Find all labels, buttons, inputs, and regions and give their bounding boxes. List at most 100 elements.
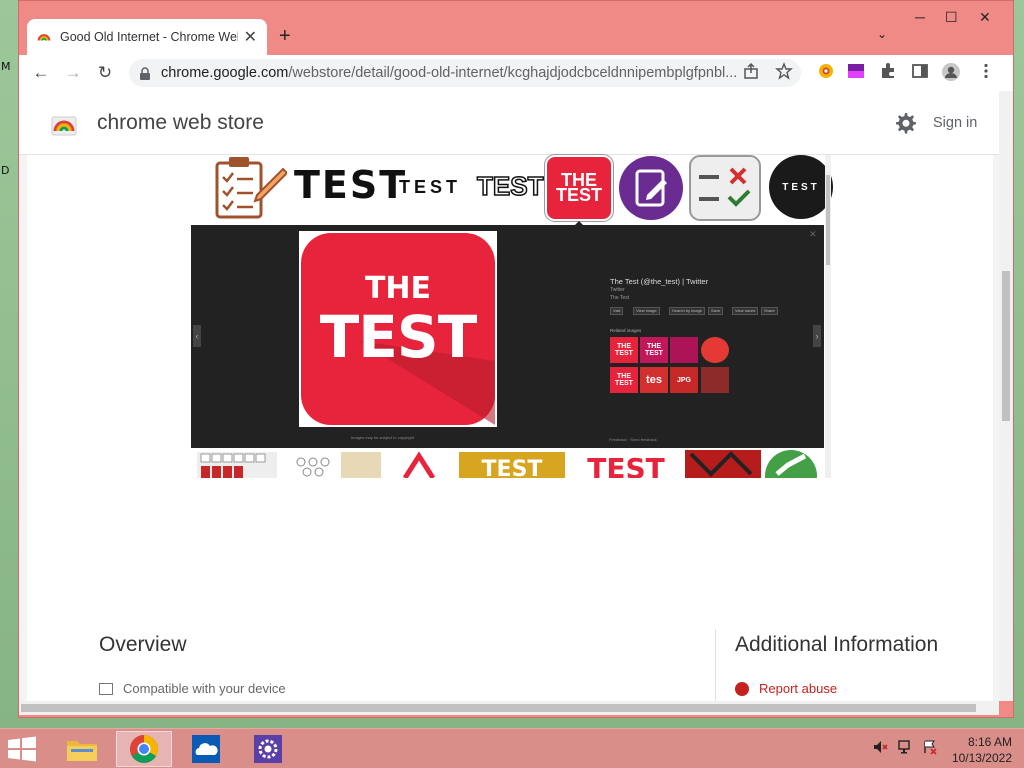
page-vertical-scrollbar[interactable] (999, 91, 1013, 701)
svg-text:TEST: TEST (587, 452, 665, 478)
reload-button[interactable]: ↻ (93, 61, 117, 85)
screenshot-gallery[interactable]: TEST TEST TEST THE TEST TEST ‹ › ✕ THE T… (191, 155, 841, 515)
listing-card: TEST TEST TEST THE TEST TEST ‹ › ✕ THE T… (27, 155, 993, 585)
gallery-bottom-strip: TEST TEST (191, 448, 831, 478)
visit-button[interactable]: Visit (610, 307, 624, 315)
taskbar-clock[interactable]: 8:16 AM 10/13/2022 (948, 734, 1012, 766)
new-tab-button[interactable]: + (279, 25, 291, 48)
the-test-thumb-label: THE TEST (555, 170, 602, 205)
maximize-button[interactable]: ☐ (945, 9, 958, 26)
additional-info-heading: Additional Information (735, 633, 939, 656)
test-thumb-1: TEST (294, 163, 408, 207)
related-image-7[interactable]: JPG (670, 367, 698, 393)
menu-icon[interactable] (977, 62, 995, 80)
folder-icon (67, 741, 97, 761)
result-title[interactable]: The Test (@the_test) | Twitter (610, 277, 708, 286)
page-vertical-scroll-thumb[interactable] (1002, 271, 1010, 421)
chrome-web-store-favicon (37, 34, 51, 41)
browser-window: Good Old Internet - Chrome Web Store ✕ +… (18, 0, 1014, 718)
gallery-scroll-thumb[interactable] (826, 175, 830, 265)
feedback-link[interactable]: Feedback · Send feedback (609, 437, 657, 442)
address-bar[interactable]: chrome.google.com /webstore/detail/good-… (129, 59, 801, 87)
alert-icon (735, 681, 749, 696)
url-host: chrome.google.com (161, 65, 289, 81)
compatible-checkbox-icon (99, 682, 113, 695)
page-horizontal-scrollbar[interactable] (19, 701, 999, 715)
test-thumb-3: TEST (476, 170, 544, 202)
search-by-image-button[interactable]: Search by image (669, 307, 706, 315)
action-center-alert-icon[interactable] (922, 739, 938, 755)
view-saved-button[interactable]: View saved (732, 307, 759, 315)
related-image-2[interactable]: THE TEST (640, 337, 668, 363)
purple-edit-icon-thumb (619, 156, 683, 220)
report-abuse-text: Report abuse (759, 681, 838, 696)
tab-close-icon[interactable]: ✕ (244, 27, 257, 47)
chrome-web-store-logo[interactable] (51, 111, 77, 137)
tab-search-chevron-icon[interactable]: ⌄ (877, 27, 887, 41)
bottom-thumbnails-graphic: TEST TEST (197, 450, 817, 478)
page-horizontal-scroll-thumb[interactable] (21, 704, 976, 712)
taskbar-chrome[interactable] (116, 731, 172, 767)
gallery-scrollbar[interactable] (825, 155, 831, 478)
gallery-thumbnail-strip: TEST TEST TEST THE TEST TEST (191, 155, 841, 226)
url-path: /webstore/detail/good-old-internet/kcgha… (288, 65, 738, 81)
settings-gear-icon (254, 735, 282, 763)
taskbar-file-explorer[interactable] (54, 731, 110, 767)
view-image-button[interactable]: View image (633, 307, 660, 315)
image-preview-panel: ‹ › ✕ THE TEST The Test (@the_test) | Tw… (191, 225, 824, 448)
extensions-puzzle-icon[interactable] (879, 62, 897, 80)
prev-image-arrow[interactable]: ‹ (193, 325, 201, 347)
related-image-3[interactable] (670, 337, 698, 363)
taskbar-onedrive[interactable] (178, 731, 234, 767)
extension-icon-1[interactable] (817, 62, 835, 80)
preview-image: THE TEST (299, 231, 497, 427)
browser-tab[interactable]: Good Old Internet - Chrome Web Store ✕ (27, 19, 267, 55)
clock-time: 8:16 AM (967, 735, 1012, 749)
viewer-close-icon[interactable]: ✕ (809, 229, 817, 240)
gear-icon[interactable] (893, 111, 917, 135)
store-title[interactable]: chrome web store (97, 111, 264, 135)
compatibility-row: Compatible with your device (99, 681, 286, 696)
related-image-6[interactable]: tes (640, 367, 668, 393)
related-images-label: Related images (610, 328, 642, 333)
browser-toolbar: ← → ↻ chrome.google.com /webstore/detail… (19, 55, 1013, 91)
related-image-5[interactable]: THE TEST (610, 367, 638, 393)
related-image-1[interactable]: THE TEST (610, 337, 638, 363)
windows-start-icon[interactable] (6, 736, 38, 762)
report-abuse-link[interactable]: Report abuse (735, 681, 837, 696)
test-thumb-2: TEST (399, 177, 462, 197)
tab-strip: Good Old Internet - Chrome Web Store ✕ +… (19, 1, 1013, 55)
the-test-thumb-selected[interactable]: THE TEST (545, 155, 613, 221)
compatibility-text: Compatible with your device (123, 681, 286, 696)
volume-muted-icon[interactable] (872, 739, 888, 755)
next-image-arrow[interactable]: › (813, 325, 821, 347)
share-icon[interactable] (743, 62, 761, 80)
black-test-circle-label: TEST (782, 181, 820, 193)
extension-icon-2[interactable] (847, 62, 865, 80)
network-icon[interactable] (898, 739, 914, 755)
related-image-4[interactable] (701, 337, 729, 363)
checklist-cross-thumb (689, 155, 761, 221)
share-button[interactable]: Share (761, 307, 778, 315)
details-section: Overview Compatible with your device Add… (27, 585, 993, 701)
related-image-8[interactable] (701, 367, 729, 393)
save-button[interactable]: Save (708, 307, 724, 315)
desktop-icon-label-m[interactable]: M (1, 60, 11, 73)
lock-icon[interactable] (139, 66, 151, 80)
forward-button[interactable]: → (61, 61, 85, 85)
desktop-icon-label-d[interactable]: D (1, 164, 9, 177)
result-source: Twitter (610, 287, 625, 293)
svg-text:TEST: TEST (482, 457, 543, 478)
bookmark-star-icon[interactable] (775, 62, 793, 80)
sign-in-link[interactable]: Sign in (933, 115, 977, 131)
clock-date: 10/13/2022 (951, 751, 1012, 765)
back-button[interactable]: ← (29, 61, 53, 85)
profile-icon[interactable] (941, 62, 961, 82)
close-window-button[interactable]: ✕ (979, 9, 991, 26)
taskbar-settings[interactable] (240, 731, 296, 767)
side-panel-icon[interactable] (911, 62, 929, 80)
result-subtitle: The Test (610, 295, 630, 301)
minimize-button[interactable]: ─ (915, 9, 925, 25)
preview-the-label: THE (364, 271, 432, 306)
taskbar: 8:16 AM 10/13/2022 (0, 728, 1024, 768)
